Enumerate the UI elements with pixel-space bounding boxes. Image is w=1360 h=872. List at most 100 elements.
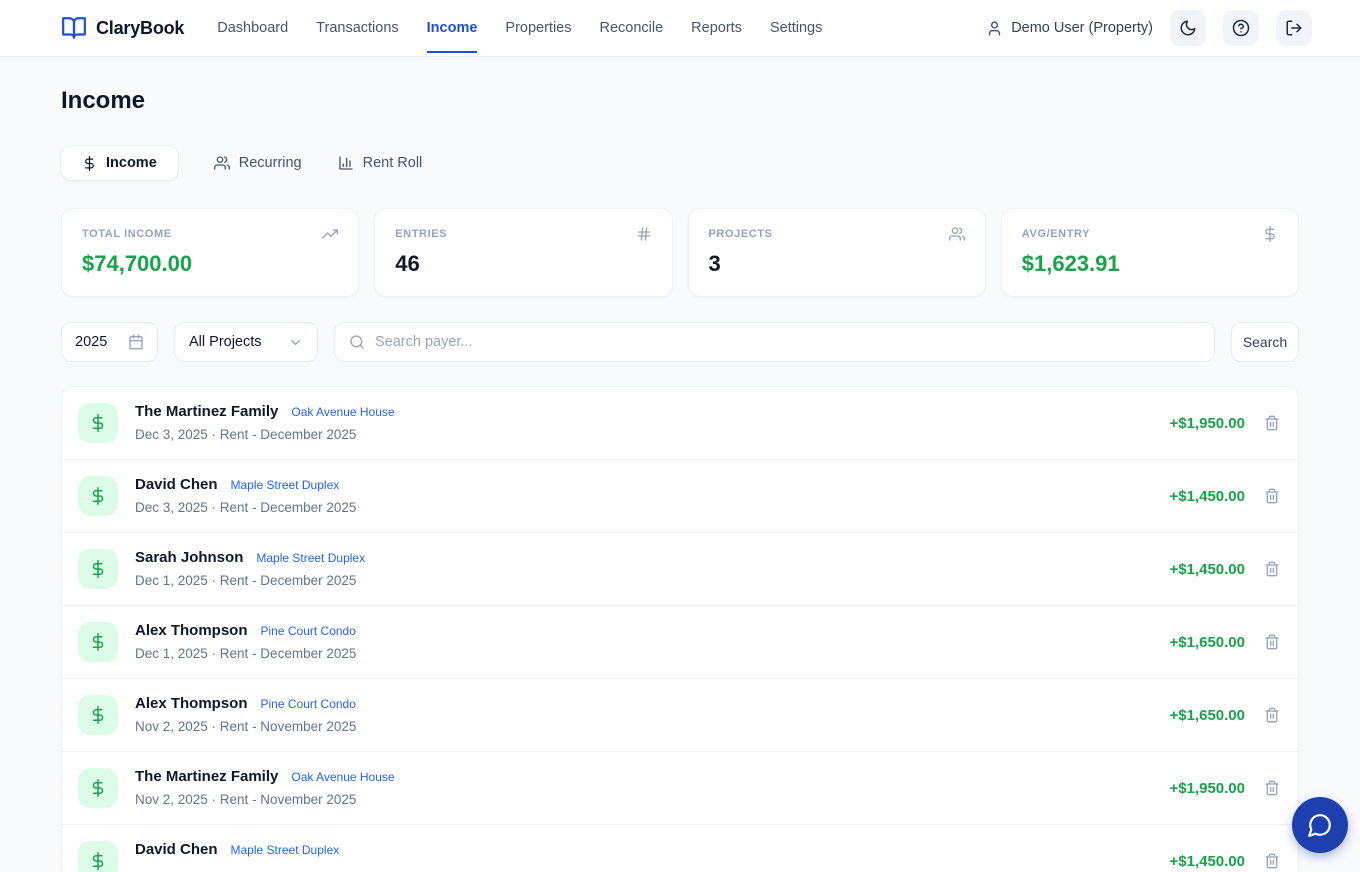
payer-search[interactable] <box>334 322 1215 362</box>
users-icon <box>948 226 965 242</box>
entry-amount: +$1,650.00 <box>1169 633 1246 651</box>
entry-detail: Dec 1, 2025 · Rent - December 2025 <box>135 573 357 588</box>
trash-icon <box>1264 780 1280 796</box>
stat-value-entries: 46 <box>395 251 420 276</box>
brand-name: ClaryBook <box>96 17 185 38</box>
stat-card-projects: PROJECTS 3 <box>687 208 986 297</box>
delete-entry-button[interactable] <box>1262 778 1282 798</box>
trash-icon <box>1264 561 1280 577</box>
nav-item-reconcile[interactable]: Reconcile <box>600 3 664 53</box>
stat-cards: TOTAL INCOME $74,700.00 ENTRIES 46 PROJE… <box>61 208 1299 297</box>
nav-item-transactions[interactable]: Transactions <box>316 3 398 53</box>
income-page: Income Income Recurring Rent Roll TOTAL … <box>0 57 1360 872</box>
income-entry-row: The Martinez Family Oak Avenue House Dec… <box>62 387 1298 459</box>
entry-detail: Dec 3, 2025 · Rent - December 2025 <box>135 427 357 442</box>
delete-entry-button[interactable] <box>1262 851 1282 871</box>
tab-rent-roll[interactable]: Rent Roll <box>338 146 423 180</box>
bar-chart-icon <box>338 155 354 171</box>
brand-logo[interactable]: ClaryBook <box>61 15 184 41</box>
book-open-icon <box>61 15 87 41</box>
dollar-icon <box>78 622 118 662</box>
project-select[interactable]: All Projects <box>174 322 318 362</box>
payer-search-input[interactable] <box>375 334 1200 350</box>
dollar-icon <box>78 768 118 808</box>
dark-mode-button[interactable] <box>1170 10 1206 46</box>
logout-button[interactable] <box>1276 10 1312 46</box>
entry-amount: +$1,950.00 <box>1169 414 1246 432</box>
delete-entry-button[interactable] <box>1262 486 1282 506</box>
tab-rent-roll-label: Rent Roll <box>362 155 423 171</box>
income-entry-row: David Chen Maple Street Duplex Dec 3, 20… <box>62 459 1298 532</box>
entry-amount: +$1,450.00 <box>1169 852 1246 870</box>
income-entries-list: The Martinez Family Oak Avenue House Dec… <box>61 386 1299 872</box>
income-entry-row: David Chen Maple Street Duplex +$1,450.0… <box>62 824 1298 872</box>
delete-entry-button[interactable] <box>1262 413 1282 433</box>
page-title: Income <box>61 87 146 114</box>
trash-icon <box>1264 415 1280 431</box>
dollar-icon <box>78 403 118 443</box>
trash-icon <box>1264 488 1280 504</box>
nav-item-dashboard[interactable]: Dashboard <box>217 3 288 53</box>
entry-payer: Sarah Johnson <box>135 549 244 566</box>
entry-payer: Alex Thompson <box>135 622 248 639</box>
trash-icon <box>1264 634 1280 650</box>
nav-item-settings[interactable]: Settings <box>770 3 822 53</box>
income-tabs: Income Recurring Rent Roll <box>61 146 1299 180</box>
hash-icon <box>636 226 652 242</box>
nav-item-properties[interactable]: Properties <box>505 3 571 53</box>
entry-property-link[interactable]: Oak Avenue House <box>291 405 394 419</box>
income-entry-row: The Martinez Family Oak Avenue House Nov… <box>62 751 1298 824</box>
entry-amount: +$1,950.00 <box>1169 779 1246 797</box>
top-navbar: ClaryBook Dashboard Transactions Income … <box>0 0 1360 57</box>
help-button[interactable] <box>1223 10 1259 46</box>
tab-recurring[interactable]: Recurring <box>213 146 302 180</box>
dollar-icon <box>78 841 118 872</box>
dollar-icon <box>1262 226 1278 242</box>
filter-bar: 2025 All Projects Search <box>61 322 1299 362</box>
tab-income[interactable]: Income <box>61 146 178 180</box>
entry-amount: +$1,650.00 <box>1169 706 1246 724</box>
dollar-icon <box>82 155 97 171</box>
entry-property-link[interactable]: Maple Street Duplex <box>256 551 365 565</box>
trending-up-icon <box>322 226 339 242</box>
trash-icon <box>1264 853 1280 869</box>
chat-fab-button[interactable] <box>1292 797 1348 853</box>
entry-payer: Alex Thompson <box>135 695 248 712</box>
delete-entry-button[interactable] <box>1262 559 1282 579</box>
entry-property-link[interactable]: Pine Court Condo <box>261 697 356 711</box>
users-icon <box>213 155 230 171</box>
entry-detail: Dec 1, 2025 · Rent - December 2025 <box>135 646 357 661</box>
search-button[interactable]: Search <box>1231 322 1299 362</box>
entry-payer: The Martinez Family <box>135 403 279 420</box>
moon-icon <box>1179 19 1197 37</box>
income-entry-row: Sarah Johnson Maple Street Duplex Dec 1,… <box>62 532 1298 605</box>
delete-entry-button[interactable] <box>1262 705 1282 725</box>
entry-detail: Nov 2, 2025 · Rent - November 2025 <box>135 719 357 734</box>
entry-property-link[interactable]: Maple Street Duplex <box>231 478 340 492</box>
stat-value-avg-entry: $1,623.91 <box>1021 251 1120 276</box>
nav-item-income[interactable]: Income <box>426 3 478 53</box>
delete-entry-button[interactable] <box>1262 632 1282 652</box>
stat-label: ENTRIES <box>395 228 448 240</box>
income-entry-row: Alex Thompson Pine Court Condo Dec 1, 20… <box>62 605 1298 678</box>
nav-item-reports[interactable]: Reports <box>691 3 742 53</box>
entry-amount: +$1,450.00 <box>1169 560 1246 578</box>
logout-icon <box>1285 19 1303 37</box>
main-nav: Dashboard Transactions Income Properties… <box>217 3 822 53</box>
stat-card-entries: ENTRIES 46 <box>374 208 673 297</box>
year-picker[interactable]: 2025 <box>61 322 158 362</box>
search-icon <box>349 334 365 350</box>
project-select-value: All Projects <box>189 334 262 350</box>
stat-label: PROJECTS <box>708 228 773 240</box>
stat-value-projects: 3 <box>708 251 721 276</box>
tab-recurring-label: Recurring <box>238 155 302 171</box>
entry-detail <box>135 865 1170 872</box>
tab-income-label: Income <box>106 155 157 171</box>
entry-property-link[interactable]: Maple Street Duplex <box>231 843 340 857</box>
entry-property-link[interactable]: Oak Avenue House <box>291 770 394 784</box>
entry-payer: David Chen <box>135 841 218 858</box>
entry-property-link[interactable]: Pine Court Condo <box>261 624 356 638</box>
stat-label: AVG/ENTRY <box>1021 228 1091 240</box>
entry-detail: Nov 2, 2025 · Rent - November 2025 <box>135 792 357 807</box>
dollar-icon <box>78 695 118 735</box>
